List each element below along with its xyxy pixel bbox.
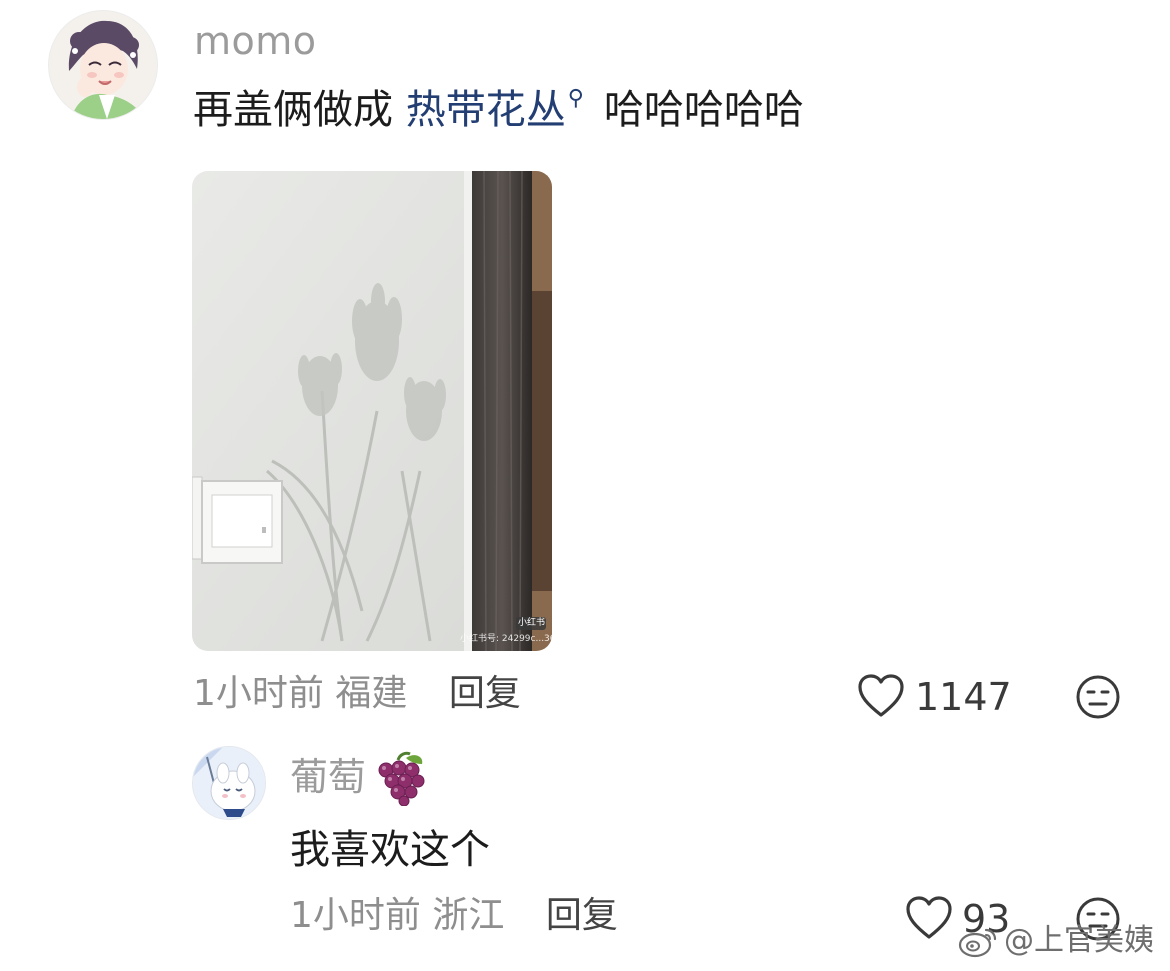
photo-badge: 小红书	[518, 618, 546, 628]
photo-watermark: 小红书号: 24299c...36	[460, 634, 552, 644]
heart-icon[interactable]	[857, 674, 905, 718]
reply-meta: 1小时前 浙江 回复	[290, 898, 618, 934]
weibo-watermark: @上官美姨	[958, 924, 1154, 958]
dislike-face-icon[interactable]	[1075, 674, 1121, 720]
grape-icon	[372, 750, 430, 807]
reply-button[interactable]: 回复	[449, 673, 521, 714]
comment-location: 福建	[335, 673, 408, 714]
avatar[interactable]	[48, 10, 158, 120]
comment-username[interactable]: momo	[194, 22, 317, 60]
watermark-text: @上官美姨	[1004, 923, 1154, 958]
comment-text: 再盖俩做成 热带花丛⚲ 哈哈哈哈哈	[193, 86, 804, 133]
heart-icon[interactable]	[905, 896, 953, 940]
wall-shadow-photo	[192, 171, 552, 651]
topic-link[interactable]: 热带花丛	[406, 87, 566, 133]
reply-reply-button[interactable]: 回复	[546, 895, 618, 936]
reply-avatar-illustration	[193, 747, 265, 819]
avatar-illustration	[49, 11, 157, 119]
weibo-icon	[958, 924, 998, 958]
comment-photo[interactable]: 小红书 小红书号: 24299c...36	[192, 171, 552, 651]
like-count: 1147	[915, 675, 1012, 719]
reply-username[interactable]: 葡萄	[290, 758, 366, 796]
search-icon[interactable]: ⚲	[568, 86, 584, 111]
comment-text-before: 再盖俩做成	[193, 87, 393, 133]
reply-time: 1小时前	[290, 895, 421, 936]
reply-avatar[interactable]	[192, 746, 266, 820]
comment-meta: 1小时前 福建 回复	[193, 676, 521, 712]
comment-time: 1小时前	[193, 673, 324, 714]
reply-text: 我喜欢这个	[290, 827, 490, 873]
comment-text-after: 哈哈哈哈哈	[603, 87, 804, 133]
reply-location: 浙江	[432, 895, 505, 936]
